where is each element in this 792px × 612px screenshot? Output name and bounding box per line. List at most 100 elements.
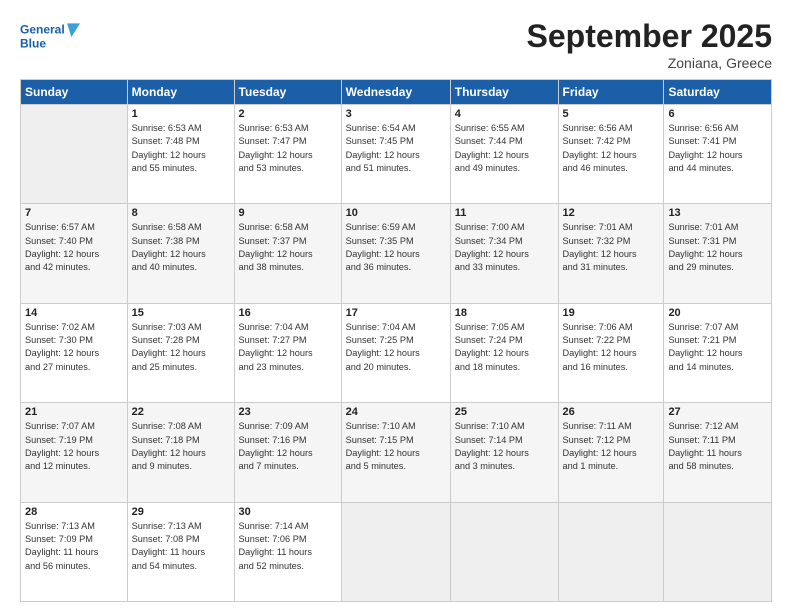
day-number: 30 (239, 506, 337, 518)
header: General Blue September 2025 Zoniana, Gre… (20, 18, 772, 71)
day-number: 26 (563, 406, 660, 418)
day-number: 1 (132, 108, 230, 120)
week-row-5: 28 Sunrise: 7:13 AM Sunset: 7:09 PM Dayli… (21, 502, 772, 601)
day-info: Sunrise: 7:07 AM Sunset: 7:21 PM Dayligh… (668, 321, 767, 374)
day-info: Sunrise: 7:01 AM Sunset: 7:31 PM Dayligh… (668, 221, 767, 274)
day-info: Sunrise: 6:54 AM Sunset: 7:45 PM Dayligh… (346, 122, 446, 175)
day-info: Sunrise: 7:12 AM Sunset: 7:11 PM Dayligh… (668, 420, 767, 473)
col-header-wednesday: Wednesday (341, 80, 450, 105)
day-number: 15 (132, 307, 230, 319)
day-cell: 21 Sunrise: 7:07 AM Sunset: 7:19 PM Dayli… (21, 403, 128, 502)
day-cell: 7Sunrise: 6:57 AM Sunset: 7:40 PM Daylig… (21, 204, 128, 303)
day-info: Sunrise: 7:10 AM Sunset: 7:14 PM Dayligh… (455, 420, 554, 473)
day-cell: 12 Sunrise: 7:01 AM Sunset: 7:32 PM Dayli… (558, 204, 664, 303)
day-number: 20 (668, 307, 767, 319)
day-cell: 5 Sunrise: 6:56 AM Sunset: 7:42 PM Daylig… (558, 105, 664, 204)
day-info: Sunrise: 7:00 AM Sunset: 7:34 PM Dayligh… (455, 221, 554, 274)
day-info: Sunrise: 6:55 AM Sunset: 7:44 PM Dayligh… (455, 122, 554, 175)
day-number: 13 (668, 207, 767, 219)
day-cell (341, 502, 450, 601)
day-info: Sunrise: 7:06 AM Sunset: 7:22 PM Dayligh… (563, 321, 660, 374)
day-cell: 11 Sunrise: 7:00 AM Sunset: 7:34 PM Dayli… (450, 204, 558, 303)
day-cell: 26 Sunrise: 7:11 AM Sunset: 7:12 PM Dayli… (558, 403, 664, 502)
day-info: Sunrise: 7:13 AM Sunset: 7:08 PM Dayligh… (132, 520, 230, 573)
day-number: 11 (455, 207, 554, 219)
day-cell: 22Sunrise: 7:08 AM Sunset: 7:18 PM Dayli… (127, 403, 234, 502)
calendar-page: General Blue September 2025 Zoniana, Gre… (0, 0, 792, 612)
day-number: 10 (346, 207, 446, 219)
svg-text:General: General (20, 23, 65, 37)
day-cell: 27 Sunrise: 7:12 AM Sunset: 7:11 PM Dayli… (664, 403, 772, 502)
svg-text:Blue: Blue (20, 36, 46, 50)
day-number: 16 (239, 307, 337, 319)
day-number: 28 (25, 506, 123, 518)
day-info: Sunrise: 6:56 AM Sunset: 7:41 PM Dayligh… (668, 122, 767, 175)
day-number: 18 (455, 307, 554, 319)
day-info: Sunrise: 6:57 AM Sunset: 7:40 PM Dayligh… (25, 221, 123, 274)
day-cell (664, 502, 772, 601)
day-number: 17 (346, 307, 446, 319)
day-cell: 2 Sunrise: 6:53 AM Sunset: 7:47 PM Daylig… (234, 105, 341, 204)
day-info: Sunrise: 7:08 AM Sunset: 7:18 PM Dayligh… (132, 420, 230, 473)
day-info: Sunrise: 7:01 AM Sunset: 7:32 PM Dayligh… (563, 221, 660, 274)
day-cell: 13 Sunrise: 7:01 AM Sunset: 7:31 PM Dayli… (664, 204, 772, 303)
day-info: Sunrise: 7:11 AM Sunset: 7:12 PM Dayligh… (563, 420, 660, 473)
day-cell: 14 Sunrise: 7:02 AM Sunset: 7:30 PM Dayli… (21, 303, 128, 402)
day-number: 25 (455, 406, 554, 418)
day-cell (21, 105, 128, 204)
day-number: 29 (132, 506, 230, 518)
week-row-1: 1 Sunrise: 6:53 AM Sunset: 7:48 PM Daylig… (21, 105, 772, 204)
col-header-thursday: Thursday (450, 80, 558, 105)
week-row-2: 7Sunrise: 6:57 AM Sunset: 7:40 PM Daylig… (21, 204, 772, 303)
day-cell: 8Sunrise: 6:58 AM Sunset: 7:38 PM Daylig… (127, 204, 234, 303)
day-cell: 24 Sunrise: 7:10 AM Sunset: 7:15 PM Dayli… (341, 403, 450, 502)
day-info: Sunrise: 6:53 AM Sunset: 7:48 PM Dayligh… (132, 122, 230, 175)
col-header-sunday: Sunday (21, 80, 128, 105)
day-cell: 1 Sunrise: 6:53 AM Sunset: 7:48 PM Daylig… (127, 105, 234, 204)
day-number: 21 (25, 406, 123, 418)
day-number: 2 (239, 108, 337, 120)
day-info: Sunrise: 7:05 AM Sunset: 7:24 PM Dayligh… (455, 321, 554, 374)
day-info: Sunrise: 7:14 AM Sunset: 7:06 PM Dayligh… (239, 520, 337, 573)
day-info: Sunrise: 6:59 AM Sunset: 7:35 PM Dayligh… (346, 221, 446, 274)
day-cell: 6Sunrise: 6:56 AM Sunset: 7:41 PM Daylig… (664, 105, 772, 204)
day-info: Sunrise: 7:10 AM Sunset: 7:15 PM Dayligh… (346, 420, 446, 473)
day-cell: 30 Sunrise: 7:14 AM Sunset: 7:06 PM Dayli… (234, 502, 341, 601)
day-cell (450, 502, 558, 601)
day-info: Sunrise: 7:07 AM Sunset: 7:19 PM Dayligh… (25, 420, 123, 473)
day-info: Sunrise: 7:04 AM Sunset: 7:25 PM Dayligh… (346, 321, 446, 374)
col-header-monday: Monday (127, 80, 234, 105)
day-cell: 29 Sunrise: 7:13 AM Sunset: 7:08 PM Dayli… (127, 502, 234, 601)
logo: General Blue (20, 18, 80, 58)
calendar-table: SundayMondayTuesdayWednesdayThursdayFrid… (20, 79, 772, 602)
day-info: Sunrise: 6:58 AM Sunset: 7:37 PM Dayligh… (239, 221, 337, 274)
day-info: Sunrise: 7:04 AM Sunset: 7:27 PM Dayligh… (239, 321, 337, 374)
day-number: 5 (563, 108, 660, 120)
day-cell: 28 Sunrise: 7:13 AM Sunset: 7:09 PM Dayli… (21, 502, 128, 601)
month-title: September 2025 (527, 18, 772, 55)
day-info: Sunrise: 7:02 AM Sunset: 7:30 PM Dayligh… (25, 321, 123, 374)
day-number: 12 (563, 207, 660, 219)
day-cell: 10 Sunrise: 6:59 AM Sunset: 7:35 PM Dayli… (341, 204, 450, 303)
day-cell (558, 502, 664, 601)
col-header-saturday: Saturday (664, 80, 772, 105)
col-header-friday: Friday (558, 80, 664, 105)
day-number: 14 (25, 307, 123, 319)
day-info: Sunrise: 7:13 AM Sunset: 7:09 PM Dayligh… (25, 520, 123, 573)
day-cell: 17 Sunrise: 7:04 AM Sunset: 7:25 PM Dayli… (341, 303, 450, 402)
day-info: Sunrise: 6:56 AM Sunset: 7:42 PM Dayligh… (563, 122, 660, 175)
day-number: 19 (563, 307, 660, 319)
day-number: 27 (668, 406, 767, 418)
day-number: 23 (239, 406, 337, 418)
day-cell: 23 Sunrise: 7:09 AM Sunset: 7:16 PM Dayli… (234, 403, 341, 502)
day-info: Sunrise: 7:09 AM Sunset: 7:16 PM Dayligh… (239, 420, 337, 473)
day-info: Sunrise: 7:03 AM Sunset: 7:28 PM Dayligh… (132, 321, 230, 374)
day-cell: 9Sunrise: 6:58 AM Sunset: 7:37 PM Daylig… (234, 204, 341, 303)
day-cell: 16 Sunrise: 7:04 AM Sunset: 7:27 PM Dayli… (234, 303, 341, 402)
day-info: Sunrise: 6:53 AM Sunset: 7:47 PM Dayligh… (239, 122, 337, 175)
day-cell: 15 Sunrise: 7:03 AM Sunset: 7:28 PM Dayli… (127, 303, 234, 402)
day-number: 4 (455, 108, 554, 120)
day-cell: 18 Sunrise: 7:05 AM Sunset: 7:24 PM Dayli… (450, 303, 558, 402)
day-cell: 4 Sunrise: 6:55 AM Sunset: 7:44 PM Daylig… (450, 105, 558, 204)
day-number: 24 (346, 406, 446, 418)
